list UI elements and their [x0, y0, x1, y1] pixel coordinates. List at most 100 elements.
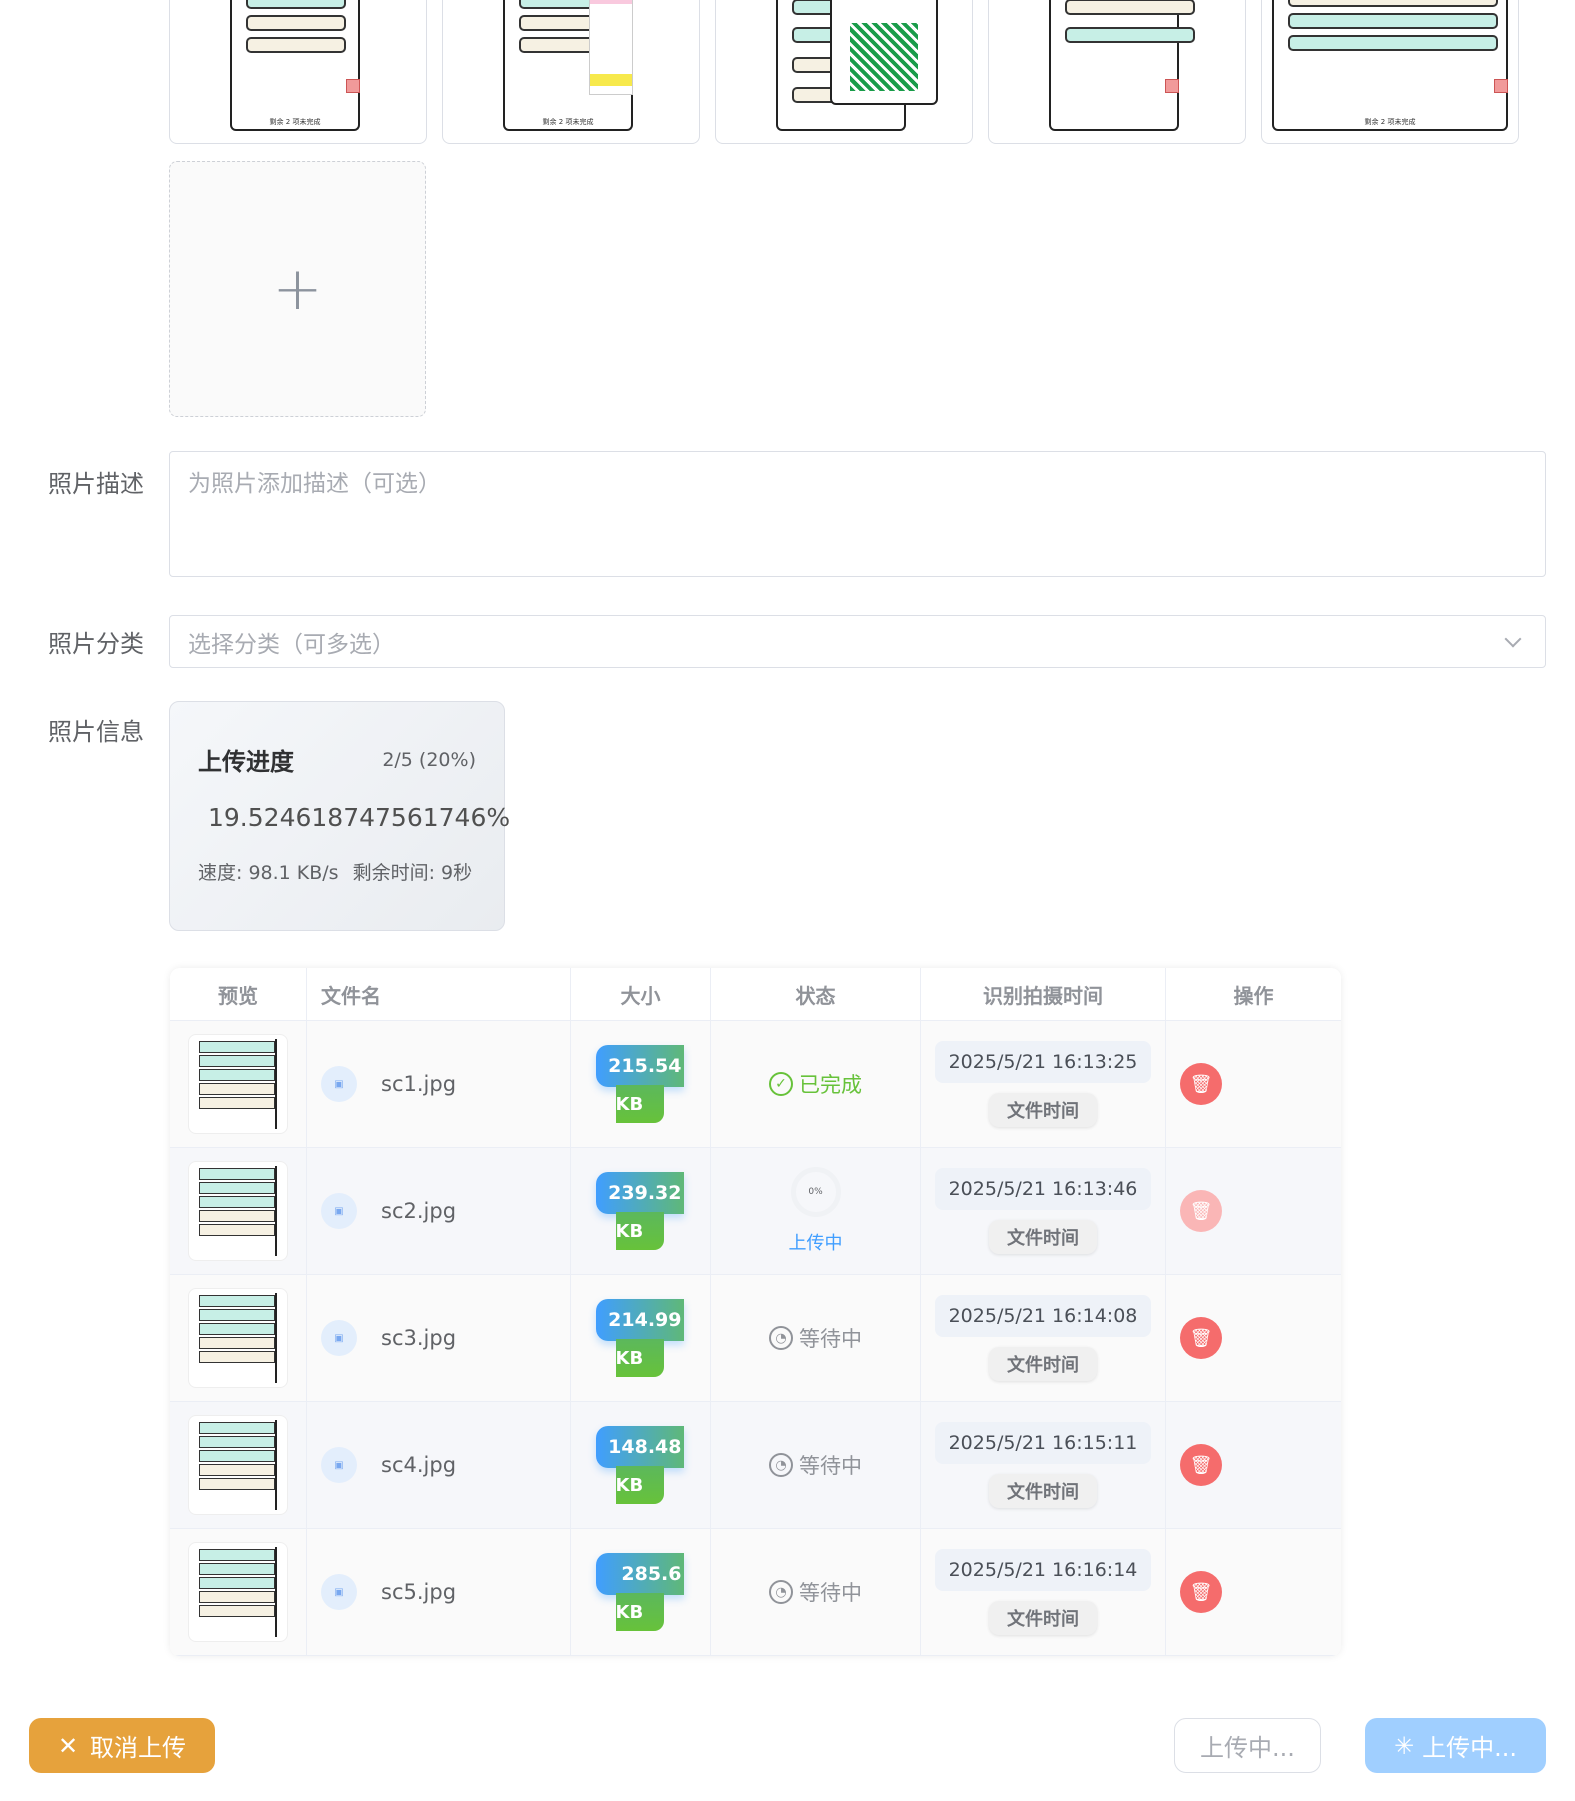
progress-count: 2/5 (20%) — [382, 748, 476, 771]
header-preview: 预览 — [170, 968, 307, 1020]
file-size-badge: 214.99 KB — [595, 1293, 686, 1383]
header-filename: 文件名 — [307, 968, 571, 1020]
file-name: sc4.jpg — [381, 1453, 457, 1477]
chevron-down-icon — [1504, 630, 1522, 647]
file-name: sc2.jpg — [381, 1199, 457, 1223]
status-text: 已完成 — [799, 1073, 862, 1097]
status-waiting: ◔ 等待中 — [769, 1577, 862, 1607]
file-icon: ▣ — [321, 1066, 357, 1102]
status-text: 等待中 — [799, 1581, 862, 1605]
description-placeholder: 为照片添加描述（可选） — [188, 471, 441, 497]
delete-button[interactable]: 🗑 — [1180, 1571, 1222, 1613]
size-value: 239.32 — [595, 1172, 684, 1214]
delete-button[interactable]: 🗑 — [1180, 1063, 1222, 1105]
file-icon: ▣ — [321, 1574, 357, 1610]
plus-icon: + — [272, 254, 323, 324]
check-circle-icon: ✓ — [769, 1072, 793, 1096]
uploading-secondary-label: 上传中... — [1200, 1734, 1295, 1762]
trash-icon: 🗑 — [1189, 1454, 1213, 1476]
thumbnail-5[interactable]: 剩余 2 项未完成 — [1261, 0, 1519, 144]
status-text: 等待中 — [799, 1454, 862, 1478]
file-size-badge: 239.32 KB — [595, 1166, 686, 1256]
uploading-primary-button[interactable]: ✳ 上传中... — [1365, 1718, 1546, 1773]
header-status: 状态 — [711, 968, 921, 1020]
status-done: ✓ 已完成 — [769, 1069, 862, 1099]
clock-icon: ◔ — [769, 1453, 793, 1477]
preview-image[interactable] — [188, 1161, 288, 1261]
table-row: ▣ sc1.jpg 215.54 KB ✓ 已完成 2025/5/21 16:13:2… — [170, 1021, 1341, 1148]
upload-speed: 速度: 98.1 KB/s — [198, 862, 339, 884]
thumbnail-3[interactable] — [715, 0, 973, 144]
file-name: sc3.jpg — [381, 1326, 457, 1350]
file-table: 预览 文件名 大小 状态 识别拍摄时间 操作 ▣ sc1.jpg 215.54 KB… — [170, 968, 1341, 1656]
status-waiting: ◔ 等待中 — [769, 1450, 862, 1480]
delete-button[interactable]: 🗑 — [1180, 1190, 1222, 1232]
add-photo-button[interactable]: + — [169, 161, 426, 417]
capture-date: 2025/5/21 16:15:11 — [934, 1422, 1152, 1464]
size-unit: KB — [615, 1593, 664, 1631]
thumbnail-2[interactable]: 剩余 2 项未完成 — [442, 0, 700, 144]
progress-text: 0% — [808, 1187, 823, 1197]
delete-button[interactable]: 🗑 — [1180, 1317, 1222, 1359]
close-icon: ✕ — [57, 1731, 79, 1760]
preview-image[interactable] — [188, 1542, 288, 1642]
file-name: sc5.jpg — [381, 1580, 457, 1604]
size-value: 285.6 — [595, 1553, 684, 1595]
trash-icon: 🗑 — [1189, 1581, 1213, 1603]
date-source-tag: 文件时间 — [989, 1601, 1097, 1635]
status-text: 上传中 — [788, 1233, 843, 1254]
capture-date: 2025/5/21 16:13:46 — [934, 1168, 1152, 1210]
header-date: 识别拍摄时间 — [921, 968, 1166, 1020]
date-source-tag: 文件时间 — [989, 1347, 1097, 1381]
uploading-secondary-button[interactable]: 上传中... — [1174, 1718, 1321, 1773]
clock-icon: ◔ — [769, 1326, 793, 1350]
clock-icon: ◔ — [769, 1580, 793, 1604]
status-text: 等待中 — [799, 1327, 862, 1351]
size-value: 215.54 — [595, 1045, 684, 1087]
header-actions: 操作 — [1233, 983, 1274, 1008]
capture-date: 2025/5/21 16:13:25 — [934, 1041, 1152, 1083]
description-label: 照片描述 — [48, 470, 144, 498]
header-size: 大小 — [571, 968, 711, 1020]
cancel-label: 取消上传 — [90, 1734, 187, 1762]
preview-image[interactable] — [188, 1288, 288, 1388]
file-icon: ▣ — [321, 1447, 357, 1483]
progress-title: 上传进度 — [198, 748, 294, 776]
uploading-primary-label: 上传中... — [1422, 1734, 1517, 1762]
category-placeholder: 选择分类（可多选） — [188, 631, 395, 658]
delete-button[interactable]: 🗑 — [1180, 1444, 1222, 1486]
file-name: sc1.jpg — [381, 1072, 457, 1096]
thumbnail-1[interactable]: 剩余 2 项未完成 — [169, 0, 427, 144]
table-row: ▣ sc4.jpg 148.48 KB ◔ 等待中 2025/5/21 16:15:1… — [170, 1402, 1341, 1529]
capture-date: 2025/5/21 16:16:14 — [934, 1549, 1152, 1591]
trash-icon: 🗑 — [1189, 1327, 1213, 1349]
status-uploading: 0% 上传中 — [789, 1167, 843, 1255]
table-header: 预览 文件名 大小 状态 识别拍摄时间 操作 — [170, 968, 1341, 1021]
size-unit: KB — [615, 1212, 664, 1250]
description-textarea[interactable]: 为照片添加描述（可选） — [169, 451, 1546, 577]
remaining-time: 剩余时间: 9秒 — [352, 862, 473, 884]
file-size-badge: 148.48 KB — [595, 1420, 686, 1510]
date-source-tag: 文件时间 — [989, 1093, 1097, 1127]
table-row: ▣ sc3.jpg 214.99 KB ◔ 等待中 2025/5/21 16:14:0… — [170, 1275, 1341, 1402]
file-icon: ▣ — [321, 1320, 357, 1356]
category-select[interactable]: 选择分类（可多选） — [169, 615, 1546, 668]
trash-icon: 🗑 — [1189, 1200, 1213, 1222]
capture-date: 2025/5/21 16:14:08 — [934, 1295, 1152, 1337]
cancel-upload-button[interactable]: ✕ 取消上传 — [29, 1718, 215, 1773]
progress-percent: 19.524618747561746% — [208, 803, 511, 832]
size-value: 214.99 — [595, 1299, 684, 1341]
date-source-tag: 文件时间 — [989, 1474, 1097, 1508]
file-size-badge: 215.54 KB — [595, 1039, 686, 1129]
loading-icon: ✳ — [1394, 1731, 1415, 1760]
table-row: ▣ sc2.jpg 239.32 KB 0% 上传中 2025/5/21 16:13:… — [170, 1148, 1341, 1275]
trash-icon: 🗑 — [1189, 1073, 1213, 1095]
date-source-tag: 文件时间 — [989, 1220, 1097, 1254]
progress-ring: 0% — [790, 1167, 841, 1217]
table-row: ▣ sc5.jpg 285.6 KB ◔ 等待中 2025/5/21 16:16:14… — [170, 1529, 1341, 1656]
thumbnail-4[interactable] — [988, 0, 1246, 144]
preview-image[interactable] — [188, 1415, 288, 1515]
size-unit: KB — [615, 1466, 664, 1504]
category-label: 照片分类 — [48, 630, 144, 658]
preview-image[interactable] — [188, 1034, 288, 1134]
